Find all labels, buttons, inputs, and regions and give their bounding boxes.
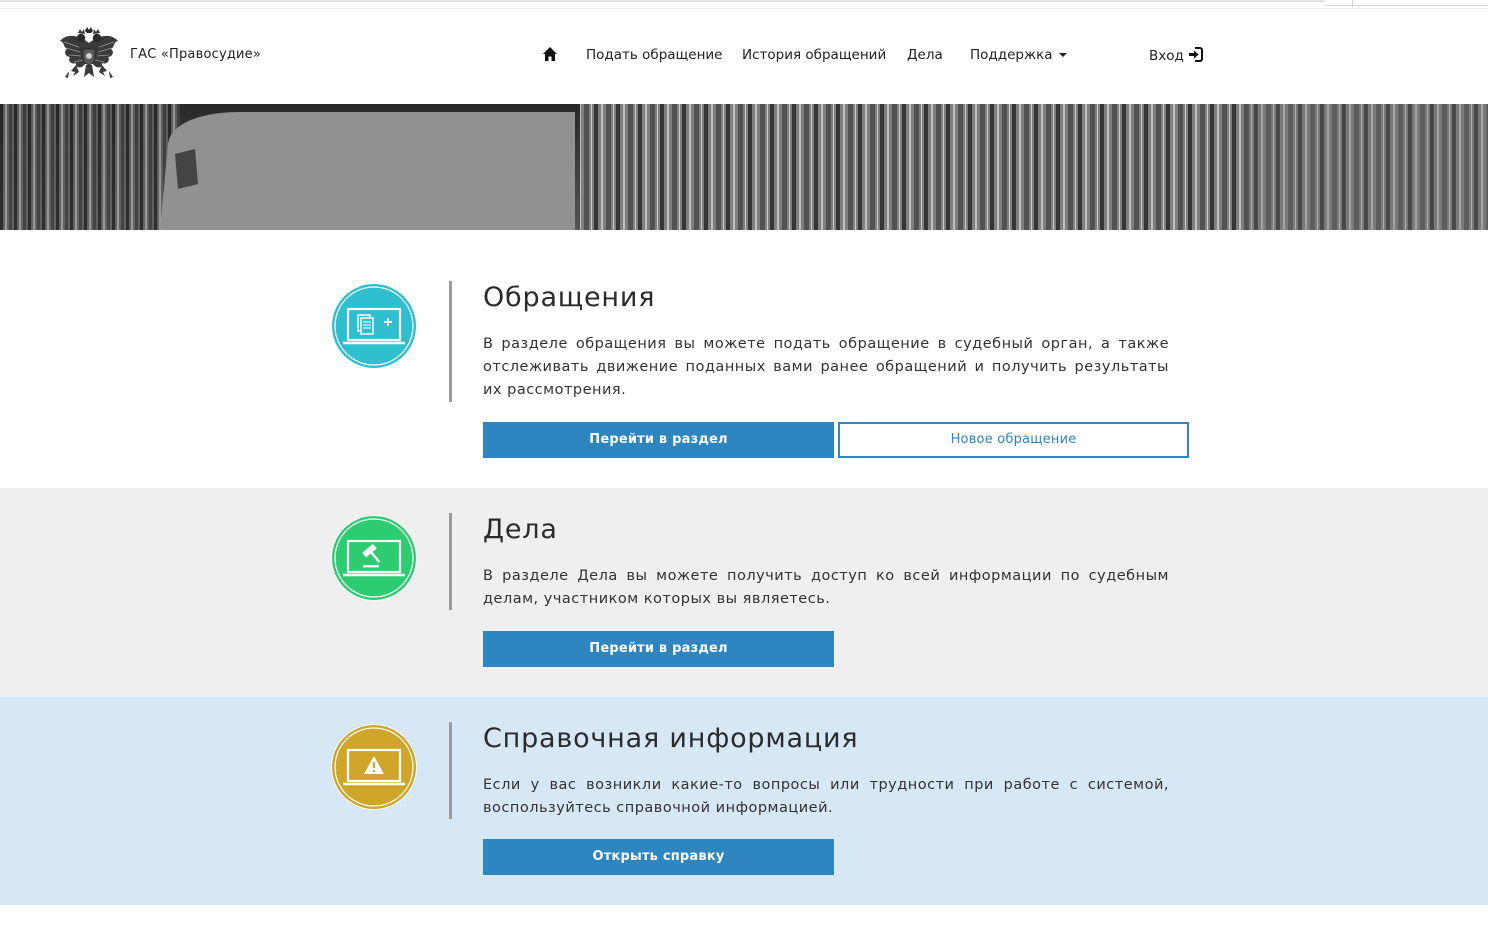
main-nav: Подать обращение История обращений Дела …: [0, 47, 1488, 69]
section-title: Дела: [483, 514, 558, 545]
nav-support-dropdown[interactable]: Поддержка: [970, 47, 1067, 63]
section-description: Если у вас возникли какие-то вопросы или…: [483, 777, 1169, 816]
nav-appeal-history[interactable]: История обращений: [742, 47, 886, 63]
page-footer-space: [0, 905, 1488, 930]
nav-submit-appeal[interactable]: Подать обращение: [586, 47, 722, 63]
laptop-gavel-icon: [331, 515, 417, 601]
nav-support-label: Поддержка: [970, 47, 1053, 63]
login-link[interactable]: Вход: [1149, 47, 1203, 64]
laptop-info-icon: [331, 724, 417, 810]
browser-top-strip: [0, 0, 1488, 8]
section-title: Справочная информация: [483, 723, 859, 754]
section-divider: [449, 281, 452, 402]
chevron-down-icon: [1058, 53, 1067, 57]
section-appeals: Обращения В разделе обращения вы можете …: [0, 230, 1488, 488]
go-to-cases-button[interactable]: Перейти в раздел: [483, 631, 834, 667]
section-description: В разделе Дела вы можете получить доступ…: [483, 568, 1169, 607]
site-header: ГАС «Правосудие» Подать обращение Истори…: [0, 8, 1488, 105]
section-help: Справочная информация Если у вас возникл…: [0, 697, 1488, 905]
section-title: Обращения: [483, 282, 656, 313]
section-cases: Дела В разделе Дела вы можете получить д…: [0, 488, 1488, 697]
login-label: Вход: [1149, 48, 1184, 64]
section-divider: [449, 722, 452, 819]
archive-banner-image: [0, 104, 1488, 230]
go-to-appeals-button[interactable]: Перейти в раздел: [483, 422, 834, 458]
section-divider: [449, 513, 452, 610]
open-help-button[interactable]: Открыть справку: [483, 839, 834, 875]
nav-cases[interactable]: Дела: [907, 47, 943, 63]
new-appeal-button[interactable]: Новое обращение: [838, 422, 1189, 458]
home-icon[interactable]: [542, 46, 558, 62]
section-description: В разделе обращения вы можете подать обр…: [483, 336, 1169, 398]
laptop-document-icon: [331, 283, 417, 369]
sign-in-icon: [1188, 47, 1203, 62]
